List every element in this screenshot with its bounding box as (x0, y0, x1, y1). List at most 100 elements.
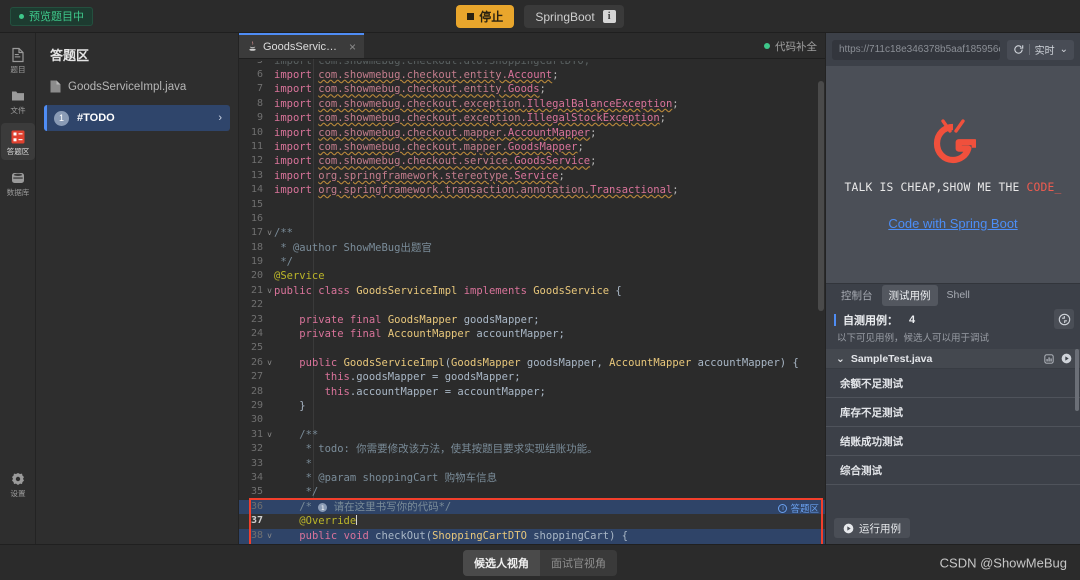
code-line[interactable]: 15 (239, 198, 825, 212)
code-line[interactable]: 35 */ (239, 485, 825, 499)
sync-icon (1058, 313, 1070, 325)
answer-zone-tag[interactable]: i 答题区 (778, 501, 819, 515)
code-line[interactable]: 26 v public GoodsServiceImpl(GoodsMapper … (239, 356, 825, 370)
rail-item-settings[interactable]: 设置 (1, 465, 35, 502)
test-case-label: 结账成功测试 (840, 435, 903, 448)
test-case-item[interactable]: 综合测试 (826, 456, 1080, 485)
line-source: /* 1 请在这里书写你的代码*/ (299, 500, 452, 513)
line-number: 6 (256, 69, 263, 80)
code-line[interactable]: 7 import com.showmebug.checkout.entity.Go… (239, 82, 825, 96)
fold-toggle-icon[interactable]: v (265, 284, 274, 298)
editor-tab-goodsserviceimpl[interactable]: GoodsServiceIm... × (239, 33, 364, 58)
tab-console[interactable]: 控制台 (834, 285, 880, 306)
line-number: 11 (250, 140, 263, 152)
view-toggle-interviewer[interactable]: 面试官视角 (540, 550, 617, 576)
code-line[interactable]: 36 /* 1 请在这里书写你的代码*/ (239, 499, 825, 515)
preview-status-label: 预览题目中 (29, 11, 84, 23)
line-number: 35 (250, 486, 263, 498)
chevron-down-icon[interactable]: ⌄ (836, 353, 845, 365)
springboot-env-button[interactable]: SpringBoot i (524, 5, 624, 28)
test-case-file-row[interactable]: ⌄ SampleTest.java (826, 349, 1080, 369)
test-case-scroll-thumb[interactable] (1075, 349, 1079, 411)
stop-button-label: 停止 (479, 10, 504, 24)
line-source: import com.showmebug.checkout.dto.Shoppi… (274, 61, 825, 68)
code-line[interactable]: 27 this.goodsMapper = goodsMapper; (239, 370, 825, 384)
code-completion-indicator[interactable]: 代码补全 (764, 33, 817, 59)
code-line[interactable]: 28 this.accountMapper = accountMapper; (239, 385, 825, 399)
close-icon[interactable]: × (349, 40, 356, 54)
code-line[interactable]: 8 import com.showmebug.checkout.exception… (239, 97, 825, 111)
bars-icon[interactable] (1044, 353, 1054, 364)
code-line[interactable]: 34 * @param shoppingCart 购物车信息 (239, 471, 825, 485)
code-line[interactable]: 21 v public class GoodsServiceImpl impleme… (239, 284, 825, 298)
line-source: import com.showmebug.checkout.entity.Acc… (274, 69, 559, 81)
info-circle-icon: i (778, 503, 788, 513)
test-case-item[interactable]: 结账成功测试 (826, 427, 1080, 456)
rail-item-files[interactable]: 文件 (1, 82, 35, 119)
rail-item-answer-zone[interactable]: 答题区 (0, 123, 35, 160)
line-number: 5 (239, 61, 265, 68)
hero-slogan: TALK IS CHEAP,SHOW ME THE CODE_ (844, 181, 1061, 194)
fold-toggle-icon[interactable]: v (265, 428, 274, 442)
selftest-refresh-button[interactable] (1054, 309, 1074, 329)
code-line[interactable]: 5 import com.showmebug.checkout.dto.Shopp… (239, 61, 825, 68)
test-case-list: ⌄ SampleTest.java 余额不足测试 库存不足测试 结账成功测试 综… (826, 349, 1080, 512)
code-line[interactable]: 25 (239, 341, 825, 355)
todo-item-row[interactable]: 1 #TODO › (44, 105, 230, 131)
editor-viewport[interactable]: 5 import com.showmebug.checkout.dto.Shopp… (239, 59, 825, 544)
test-case-item[interactable]: 库存不足测试 (826, 398, 1080, 427)
view-toggle-candidate[interactable]: 候选人视角 (463, 549, 540, 576)
test-case-item[interactable]: 余额不足测试 (826, 369, 1080, 398)
code-line[interactable]: 32 * todo: 你需要修改该方法，使其按题目要求实现结账功能。 (239, 442, 825, 456)
code-line[interactable]: 14 import org.springframework.transaction… (239, 183, 825, 197)
code-line[interactable]: 9 import com.showmebug.checkout.exception… (239, 111, 825, 125)
code-line[interactable]: 17 v/** (239, 226, 825, 240)
code-line[interactable]: 29 } (239, 399, 825, 413)
rail-item-question[interactable]: 题目 (1, 41, 35, 78)
code-line[interactable]: 30 (239, 413, 825, 427)
spring-boot-link[interactable]: Code with Spring Boot (888, 216, 1017, 231)
fold-toggle-icon[interactable]: v (265, 226, 274, 240)
preview-mode-control[interactable]: 实时 ⌄ (1006, 39, 1074, 60)
line-number: 15 (250, 198, 263, 210)
code-line[interactable]: 31 v /** (239, 428, 825, 442)
line-source: import com.showmebug.checkout.exception.… (274, 112, 666, 125)
code-line[interactable]: 13 import org.springframework.stereotype.… (239, 169, 825, 183)
code-line[interactable]: 20 @Service (239, 269, 825, 283)
line-source: * (274, 457, 312, 470)
rail-item-database[interactable]: 数据库 (1, 164, 35, 201)
code-line[interactable]: 10 import com.showmebug.checkout.mapper.A… (239, 126, 825, 140)
editor-scroll-thumb[interactable] (818, 81, 824, 311)
code-line[interactable]: 23 private final GoodsMapper goodsMapper… (239, 313, 825, 327)
stop-button[interactable]: 停止 (456, 5, 515, 28)
footer-bar: 候选人视角 面试官视角 CSDN @ShowMeBug (0, 544, 1080, 580)
code-line[interactable]: 18 * @author ShowMeBug出题官 (239, 241, 825, 255)
rail-label-database: 数据库 (6, 188, 29, 197)
line-number: 9 (256, 112, 263, 124)
code-line[interactable]: 33 * (239, 457, 825, 471)
code-line[interactable]: 19 */ (239, 255, 825, 269)
code-line[interactable]: 12 import com.showmebug.checkout.service.… (239, 154, 825, 168)
line-source: /** (274, 428, 319, 441)
fold-toggle-icon[interactable]: v (265, 529, 274, 543)
tab-test-cases[interactable]: 测试用例 (881, 284, 938, 306)
run-cases-button[interactable]: 运行用例 (834, 518, 910, 538)
code-line[interactable]: 11 import com.showmebug.checkout.mapper.G… (239, 140, 825, 154)
code-line[interactable]: 22 (239, 298, 825, 312)
info-icon[interactable]: i (602, 10, 616, 23)
code-content[interactable]: 5 import com.showmebug.checkout.dto.Shopp… (239, 59, 825, 544)
chevron-down-icon: ⌄ (1059, 44, 1068, 55)
preview-url-field[interactable]: https://711c18e346378b5aaf185956ea0 (832, 39, 1000, 60)
java-file-icon (249, 41, 256, 51)
code-line[interactable]: 16 (239, 212, 825, 226)
code-line[interactable]: 6 import com.showmebug.checkout.entity.Ac… (239, 68, 825, 82)
refresh-icon[interactable] (1013, 44, 1024, 55)
test-case-file-actions (1044, 353, 1072, 364)
tab-shell[interactable]: Shell (940, 286, 977, 304)
fold-toggle-icon[interactable]: v (265, 356, 274, 370)
code-line[interactable]: 37 @Override (239, 514, 825, 529)
answer-file-row[interactable]: GoodsServiceImpl.java (36, 74, 238, 99)
code-line[interactable]: 24 private final AccountMapper accountMa… (239, 327, 825, 341)
code-line[interactable]: 38 v public void checkOut(ShoppingCartDTO… (239, 528, 825, 543)
play-icon[interactable] (1061, 353, 1072, 364)
